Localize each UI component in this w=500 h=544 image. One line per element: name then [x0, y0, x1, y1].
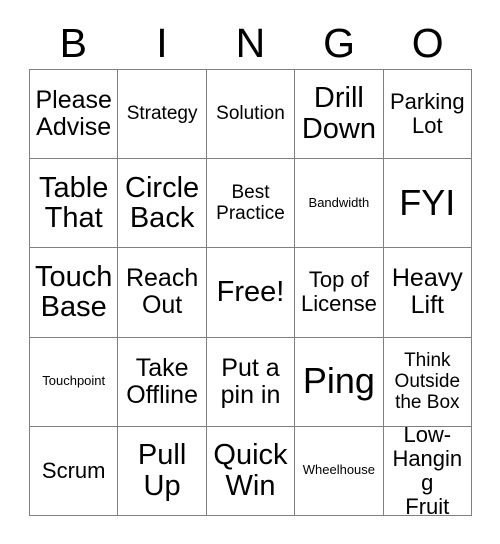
header-letter-b: B [59, 20, 87, 66]
bingo-cell[interactable]: Bandwidth [295, 159, 384, 249]
bingo-cell[interactable]: Circle Back [118, 159, 207, 249]
bingo-cell[interactable]: Ping [295, 337, 384, 427]
bingo-cell[interactable]: Take Offline [118, 337, 207, 427]
bingo-cell[interactable]: Low- Hanging Fruit [383, 426, 472, 516]
bingo-cell-label: Best Practice [216, 182, 285, 225]
header-letter-n: N [235, 20, 266, 66]
bingo-cell[interactable]: Strategy [118, 70, 207, 160]
bingo-cell-label: Drill Down [301, 82, 376, 146]
bingo-cell-label: Parking Lot [390, 88, 465, 139]
bingo-cell[interactable]: Please Advise [30, 70, 119, 160]
bingo-header-row: B I N G O [29, 18, 472, 68]
bingo-cell-label: Table That [39, 171, 109, 235]
bingo-cell[interactable]: Parking Lot [383, 70, 472, 160]
bingo-grid: Please Advise Strategy Solution Drill Do… [29, 69, 472, 516]
bingo-cell-label: Solution [216, 103, 285, 125]
bingo-cell-label: Quick Win [213, 439, 288, 502]
bingo-cell[interactable]: Top of License [295, 248, 384, 338]
bingo-cell-label: Please Advise [35, 86, 112, 142]
bingo-cell-label: Think Outside the Box [394, 349, 461, 414]
bingo-cell[interactable]: Put a pin in [206, 337, 296, 427]
bingo-cell[interactable]: Think Outside the Box [383, 337, 472, 427]
bingo-cell-label: FYI [399, 181, 456, 223]
bingo-cell-label: Strategy [126, 103, 198, 125]
bingo-cell-label: Touchpoint [42, 373, 106, 389]
bingo-cell[interactable]: Solution [206, 70, 296, 160]
bingo-cell[interactable]: Heavy Lift [383, 248, 472, 338]
bingo-cell[interactable]: Best Practice [206, 159, 296, 249]
bingo-cell[interactable]: FYI [383, 159, 472, 249]
bingo-cell[interactable]: Pull Up [118, 426, 207, 516]
bingo-cell-label: Heavy Lift [391, 264, 463, 320]
bingo-cell[interactable]: Table That [30, 159, 119, 249]
bingo-cell[interactable]: Drill Down [295, 70, 384, 160]
bingo-cell-label: Free! [216, 276, 285, 309]
bingo-cell-label: Put a pin in [220, 353, 281, 409]
bingo-cell[interactable]: Wheelhouse [295, 426, 384, 516]
bingo-cell-label: Touch Base [35, 260, 113, 324]
bingo-cell-label: Reach Out [125, 264, 199, 320]
bingo-cell-label: Pull Up [137, 439, 187, 502]
bingo-cell[interactable]: Reach Out [118, 248, 207, 338]
bingo-cell[interactable]: Touchpoint [30, 337, 119, 427]
bingo-cell-label: Ping [302, 360, 375, 402]
bingo-cell-label: Circle Back [125, 171, 200, 235]
header-letter-g: G [323, 20, 356, 66]
bingo-cell-label: Low- Hanging Fruit [392, 426, 463, 516]
header-letter-i: I [156, 20, 168, 66]
bingo-cell-label: Take Offline [126, 353, 198, 409]
bingo-cell[interactable]: Quick Win [206, 426, 296, 516]
header-letter-o: O [411, 20, 444, 66]
bingo-card: B I N G O Please Advise Strategy Solutio… [0, 0, 500, 544]
bingo-cell[interactable]: Scrum [30, 426, 119, 516]
bingo-cell-label: Top of License [300, 267, 377, 317]
bingo-cell[interactable]: Touch Base [30, 248, 119, 338]
bingo-cell-label: Bandwidth [308, 194, 370, 210]
bingo-cell-free-space[interactable]: Free! [206, 248, 296, 338]
bingo-cell-label: Wheelhouse [302, 462, 376, 478]
bingo-cell-label: Scrum [41, 457, 106, 483]
